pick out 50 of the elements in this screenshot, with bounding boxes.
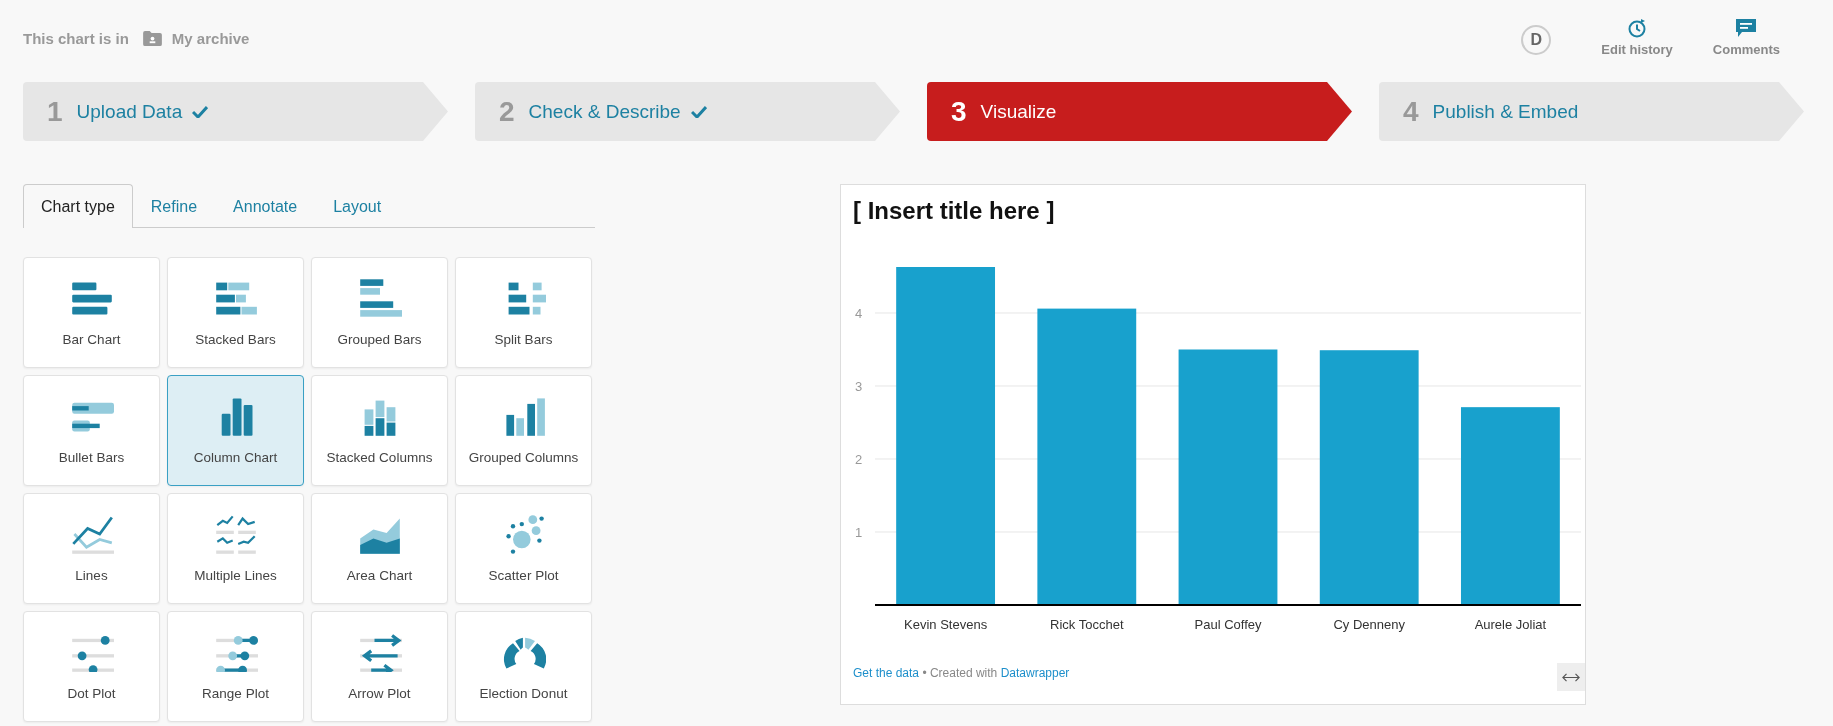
lines-chart-icon: [69, 514, 114, 554]
x-axis-label: Rick Tocchet: [1050, 617, 1124, 632]
user-avatar[interactable]: D: [1521, 25, 1552, 55]
chart-type-option[interactable]: Split Bars: [455, 257, 592, 368]
get-data-link[interactable]: Get the data: [853, 666, 920, 680]
y-axis-label: 3: [855, 379, 863, 394]
check-icon: [690, 105, 707, 118]
resize-icon: [1562, 672, 1580, 682]
arrow-chart-icon: [357, 632, 402, 672]
chart-type-option[interactable]: Bullet Bars: [23, 375, 160, 486]
chart-title: [ Insert title here ]: [853, 197, 1056, 225]
check-icon: [192, 105, 209, 118]
chart-type-option[interactable]: Range Plot: [167, 611, 304, 722]
chart-type-option[interactable]: Grouped Columns: [455, 375, 592, 486]
x-axis-label: Aurele Joliat: [1474, 617, 1547, 632]
chart-footer: Get the data • Created with Datawrapper: [853, 666, 1070, 680]
resize-button[interactable]: [1557, 663, 1585, 691]
chart-type-option[interactable]: Election Donut: [455, 611, 592, 722]
x-axis-label: Cy Denneny: [1333, 617, 1405, 632]
datawrapper-link[interactable]: Datawrapper: [1000, 666, 1070, 680]
panel-tab[interactable]: Refine: [132, 184, 216, 228]
panel-tab[interactable]: Layout: [315, 184, 400, 228]
chart-type-option[interactable]: Scatter Plot: [455, 493, 592, 604]
chart-type-option[interactable]: Dot Plot: [23, 611, 160, 722]
chart-type-option[interactable]: Grouped Bars: [311, 257, 448, 368]
step-tab[interactable]: 2 Check & Describe: [475, 82, 900, 141]
multiple-lines-chart-icon: [213, 514, 258, 554]
chart-type-option[interactable]: Area Chart: [311, 493, 448, 604]
chart-type-option[interactable]: Stacked Bars: [167, 257, 304, 368]
x-axis-label: Kevin Stevens: [904, 617, 988, 632]
chart-type-option[interactable]: Arrow Plot: [311, 611, 448, 722]
location-label: This chart is in: [23, 30, 129, 47]
chart-type-option[interactable]: Lines: [23, 493, 160, 604]
step-tab[interactable]: 3 Visualize: [927, 82, 1352, 141]
grouped-bars-chart-icon: [357, 278, 402, 318]
chart-type-option[interactable]: Column Chart: [167, 375, 304, 486]
panel-tab[interactable]: Chart type: [23, 184, 133, 228]
step-tab[interactable]: 1 Upload Data: [23, 82, 448, 141]
step-tab[interactable]: 4 Publish & Embed: [1379, 82, 1804, 141]
y-axis-label: 4: [855, 306, 863, 321]
chart-type-option[interactable]: Stacked Columns: [311, 375, 448, 486]
x-axis-label: Paul Coffey: [1194, 617, 1262, 632]
chart-type-option[interactable]: Bar Chart: [23, 257, 160, 368]
chart-type-option[interactable]: Multiple Lines: [167, 493, 304, 604]
folder-icon: [142, 31, 162, 46]
panel-tab[interactable]: Annotate: [215, 184, 316, 228]
y-axis-label: 2: [855, 452, 863, 467]
clock-icon: [1627, 18, 1648, 38]
comment-icon: [1735, 18, 1758, 38]
y-axis-label: 1: [855, 525, 863, 540]
